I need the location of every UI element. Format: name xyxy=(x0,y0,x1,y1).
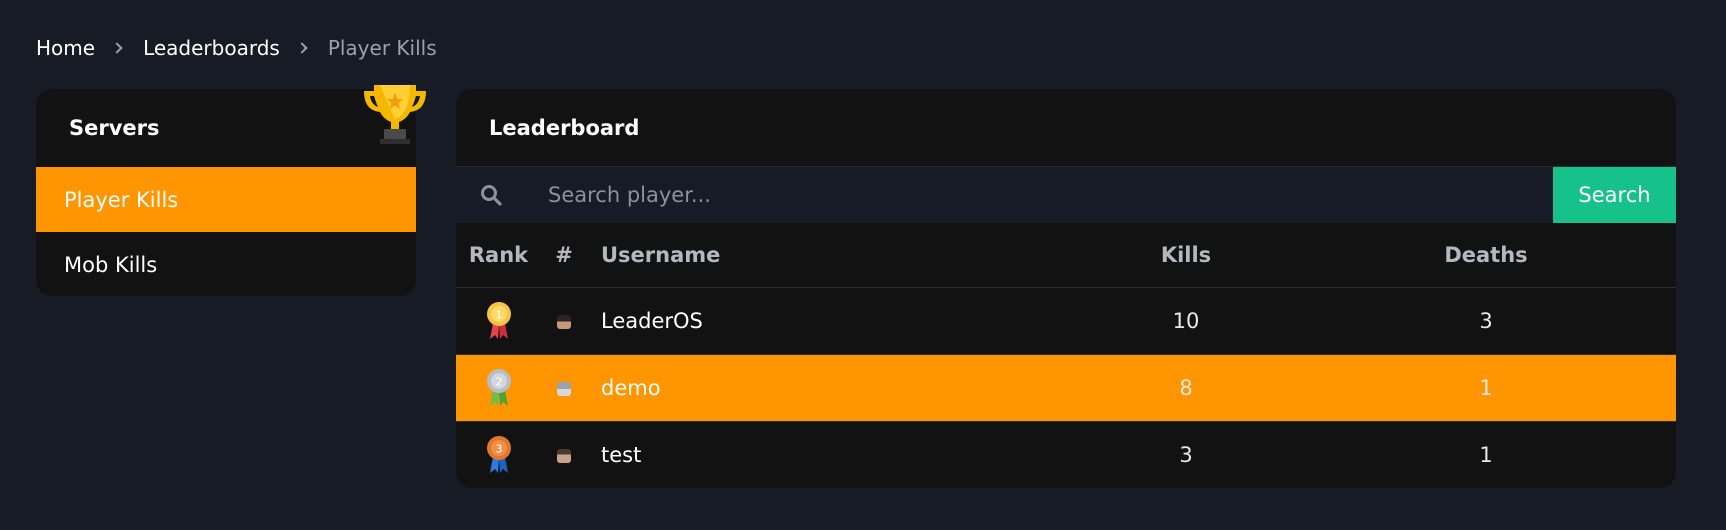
username-cell: test xyxy=(587,421,1076,488)
avatar xyxy=(557,448,571,463)
column-header-kills: Kills xyxy=(1076,223,1296,288)
leaderboard-title: Leaderboard xyxy=(489,115,640,140)
deaths-cell: 1 xyxy=(1296,421,1676,488)
avatar-cell xyxy=(541,287,587,355)
search-button[interactable]: Search xyxy=(1553,167,1676,223)
trophy-icon xyxy=(364,85,426,144)
gold-medal-icon: 1 xyxy=(486,301,511,339)
svg-text:1: 1 xyxy=(495,308,502,321)
sidebar-title: Servers xyxy=(69,116,160,140)
leaderboard-table: Rank # Username Kills Deaths 1 LeaderOS … xyxy=(456,223,1676,488)
column-header-username: Username xyxy=(587,223,1076,288)
svg-text:2: 2 xyxy=(495,375,502,388)
breadcrumb-home[interactable]: Home xyxy=(36,36,95,60)
kills-cell: 8 xyxy=(1076,354,1296,422)
kills-cell: 10 xyxy=(1076,287,1296,355)
table-header-row: Rank # Username Kills Deaths xyxy=(456,223,1676,288)
search-input[interactable] xyxy=(526,167,1553,223)
bronze-medal-icon: 3 xyxy=(486,435,511,473)
username-cell: LeaderOS xyxy=(587,287,1076,355)
search-icon xyxy=(456,167,526,223)
servers-sidebar: Servers Player Kills Mob Kills xyxy=(36,85,426,296)
leaderboard-card: Leaderboard Search Rank # Username Kills… xyxy=(456,89,1676,488)
column-header-avatar: # xyxy=(541,223,587,288)
breadcrumb: Home Leaderboards Player Kills xyxy=(36,34,437,62)
table-row[interactable]: 3 test 3 1 xyxy=(456,421,1676,488)
svg-text:3: 3 xyxy=(495,442,502,455)
sidebar-item-mob-kills[interactable]: Mob Kills xyxy=(36,232,416,296)
deaths-cell: 1 xyxy=(1296,354,1676,422)
avatar-cell xyxy=(541,354,587,422)
avatar xyxy=(557,314,571,329)
rank-cell: 2 xyxy=(456,354,541,422)
chevron-right-icon xyxy=(296,42,308,54)
rank-cell: 3 xyxy=(456,421,541,488)
deaths-cell: 3 xyxy=(1296,287,1676,355)
column-header-deaths: Deaths xyxy=(1296,223,1676,288)
column-header-rank: Rank xyxy=(456,223,541,288)
username-cell: demo xyxy=(587,354,1076,422)
avatar-cell xyxy=(541,421,587,488)
breadcrumb-leaderboards[interactable]: Leaderboards xyxy=(143,36,280,60)
silver-medal-icon: 2 xyxy=(486,368,511,406)
table-row[interactable]: 2 demo 8 1 xyxy=(456,354,1676,422)
sidebar-item-player-kills[interactable]: Player Kills xyxy=(36,167,416,232)
avatar xyxy=(557,381,571,396)
rank-cell: 1 xyxy=(456,287,541,355)
chevron-right-icon xyxy=(111,42,123,54)
search-bar: Search xyxy=(456,166,1676,223)
kills-cell: 3 xyxy=(1076,421,1296,488)
breadcrumb-current: Player Kills xyxy=(327,36,437,60)
table-row[interactable]: 1 LeaderOS 10 3 xyxy=(456,287,1676,355)
